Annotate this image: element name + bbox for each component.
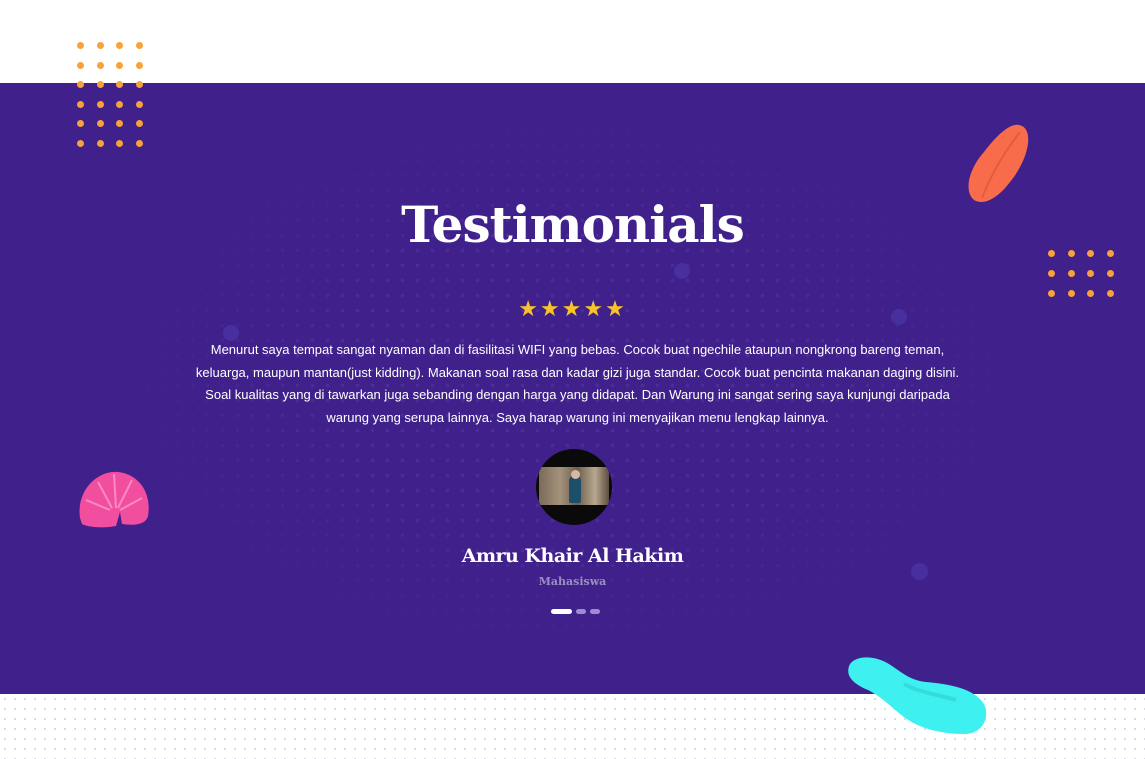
decor-dot [674, 263, 690, 279]
dot-grid-pattern [1048, 250, 1114, 297]
carousel-dot-1[interactable] [551, 609, 572, 614]
avatar [536, 449, 612, 525]
carousel-dot-3[interactable] [590, 609, 600, 614]
author-role: Mahasiswa [538, 575, 607, 588]
cyan-blob-shape [848, 657, 987, 734]
carousel-pagination [551, 609, 600, 614]
rating-stars: ★★★★★ [0, 296, 1145, 322]
section-title: Testimonials [401, 195, 745, 254]
star-icon: ★★★★★ [518, 296, 627, 321]
carousel-dot-2[interactable] [576, 609, 586, 614]
testimonial-quote: Menurut saya tempat sangat nyaman dan di… [195, 342, 960, 425]
top-area [0, 0, 1145, 83]
author-name: Amru Khair Al Hakim [461, 545, 684, 567]
dot-grid-pattern [77, 42, 143, 147]
pink-shell-shape [79, 471, 149, 528]
page: Testimonials ★★★★★ Menurut saya tempat s… [0, 0, 1145, 759]
